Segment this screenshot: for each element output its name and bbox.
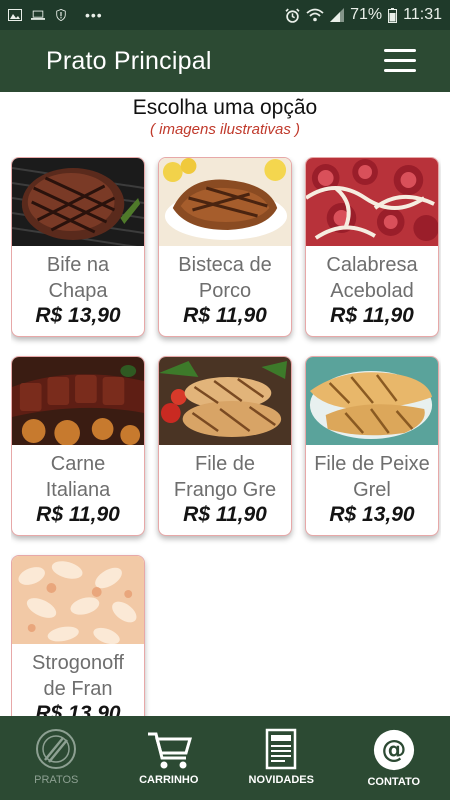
status-bar: ••• 71% 11:31 [0, 0, 450, 30]
hamburger-menu-icon[interactable] [384, 49, 416, 73]
product-name: File de Peixe Grel [314, 453, 430, 501]
product-price: R$ 13,90 [35, 702, 121, 717]
product-name: Strogonoff de Fran [32, 652, 124, 700]
grilled-steak-photo [12, 158, 144, 246]
section-heading: Escolha uma opção ( imagens ilustrativas… [0, 96, 450, 138]
section-title: Escolha uma opção [132, 96, 318, 119]
italian-beef-photo [12, 357, 144, 445]
product-name: Bife na Chapa [46, 254, 110, 302]
product-price: R$ 13,90 [329, 503, 415, 526]
product-grid: Bife na Chapa R$ 13,90 Bisteca de Porco R$… [11, 157, 441, 717]
clock-time: 11:31 [403, 6, 442, 23]
product-price: R$ 11,90 [330, 304, 414, 327]
nav-item-pratos[interactable]: PRATOS [0, 716, 113, 800]
product-card-calabresa-acebolada[interactable]: Calabresa Acebolad R$ 11,90 [305, 157, 439, 337]
gallery-icon [8, 9, 22, 21]
plate-cutlery-icon [36, 729, 77, 769]
nav-label: CONTATO [367, 776, 421, 788]
newspaper-icon [266, 728, 297, 770]
signal-icon [330, 8, 345, 22]
battery-icon [388, 7, 398, 23]
product-name: Carne Italiana [45, 453, 111, 501]
at-sign-icon: @ [373, 729, 414, 771]
product-card-file-de-frango[interactable]: File de Frango Gre R$ 11,90 [158, 356, 292, 536]
section-subtitle: ( imagens ilustrativas ) [149, 121, 301, 138]
app-bar: Prato Principal [0, 30, 450, 92]
wifi-icon [306, 8, 324, 22]
product-price: R$ 11,90 [36, 503, 120, 526]
svg-text:@: @ [381, 735, 406, 764]
nav-item-contato[interactable]: @ CONTATO [338, 716, 450, 800]
laptop-icon [31, 10, 45, 20]
grilled-fish-photo [306, 357, 438, 445]
product-card-file-de-peixe[interactable]: File de Peixe Grel R$ 13,90 [305, 356, 439, 536]
strogonoff-photo [12, 556, 144, 644]
product-card-bisteca-de-porco[interactable]: Bisteca de Porco R$ 11,90 [158, 157, 292, 337]
product-name: File de Frango Gre [173, 453, 277, 501]
product-price: R$ 11,90 [183, 503, 267, 526]
product-card-strogonoff[interactable]: Strogonoff de Fran R$ 13,90 [11, 555, 145, 717]
product-name: Bisteca de Porco [178, 254, 272, 302]
product-card-bife-na-chapa[interactable]: Bife na Chapa R$ 13,90 [11, 157, 145, 337]
product-price: R$ 11,90 [183, 304, 267, 327]
grilled-chicken-photo [159, 357, 291, 445]
battery-percentage: 71% [350, 6, 383, 23]
pork-chop-photo [159, 158, 291, 246]
product-price: R$ 13,90 [35, 304, 121, 327]
sausage-onions-photo [306, 158, 438, 246]
nav-label: PRATOS [34, 774, 79, 786]
nav-label: CARRINHO [139, 774, 199, 786]
product-card-carne-italiana[interactable]: Carne Italiana R$ 11,90 [11, 356, 145, 536]
page-title: Prato Principal [46, 46, 212, 75]
shield-icon [56, 9, 66, 21]
bottom-nav: PRATOS CARRINHO NOVIDADES @ CONTATO [0, 716, 450, 800]
cart-icon [147, 732, 192, 769]
nav-item-carrinho[interactable]: CARRINHO [113, 716, 226, 800]
alarm-icon [285, 7, 300, 23]
nav-label: NOVIDADES [248, 774, 314, 786]
product-name: Calabresa Acebolad [326, 254, 418, 302]
nav-item-novidades[interactable]: NOVIDADES [225, 716, 338, 800]
more-notifications-icon: ••• [85, 7, 103, 23]
